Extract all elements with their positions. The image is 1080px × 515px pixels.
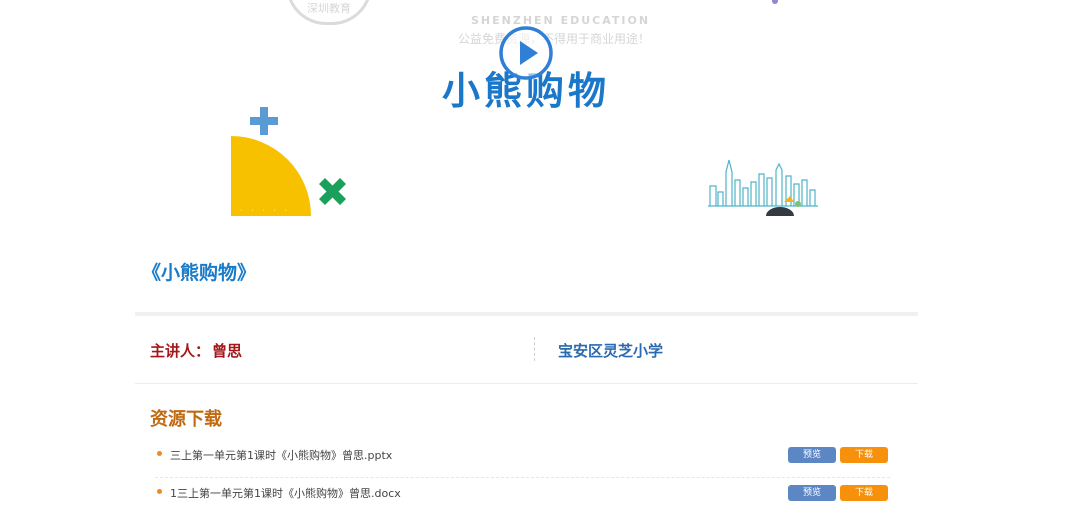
plus-icon	[250, 107, 278, 135]
shape-decoration: · · · · ·	[240, 206, 290, 215]
lesson-title: 《小熊购物》	[142, 262, 257, 284]
quarter-circle-shape	[231, 136, 311, 216]
list-item: 三上第一单元第1课时《小熊购物》曾思.pptx 预览 下载	[155, 440, 890, 478]
bullet-icon	[157, 489, 162, 494]
watermark: 深圳教育 SHENZHEN EDUCATION 公益免费资源，不得用于商业用途！	[286, 0, 686, 50]
preview-button[interactable]: 预览	[788, 485, 836, 501]
watermark-seal-text: 深圳教育	[307, 2, 351, 15]
file-name: 三上第一单元第1课时《小熊购物》曾思.pptx	[170, 449, 393, 462]
speaker-name: 曾思	[212, 342, 243, 360]
watermark-seal: 深圳教育	[286, 0, 372, 25]
times-icon	[319, 178, 346, 205]
decorative-dot	[772, 0, 778, 4]
speaker-label: 主讲人：	[150, 342, 211, 360]
bullet-icon	[157, 451, 162, 456]
divider	[135, 312, 918, 316]
speaker-info: 主讲人： 曾思	[150, 340, 242, 361]
list-item: 1三上第一单元第1课时《小熊购物》曾思.docx 预览 下载	[155, 478, 890, 515]
city-skyline-illustration	[708, 159, 818, 216]
divider	[135, 383, 918, 384]
preview-button[interactable]: 预览	[788, 447, 836, 463]
resources-heading: 资源下载	[150, 409, 222, 430]
play-circle-icon[interactable]	[497, 24, 555, 82]
download-button[interactable]: 下载	[840, 485, 888, 501]
school-name: 宝安区灵芝小学	[558, 342, 664, 360]
download-button[interactable]: 下载	[840, 447, 888, 463]
file-name: 1三上第一单元第1课时《小熊购物》曾思.docx	[170, 487, 401, 500]
video-player[interactable]: 深圳教育 SHENZHEN EDUCATION 公益免费资源，不得用于商业用途！…	[0, 0, 1080, 216]
vertical-divider	[534, 337, 535, 361]
